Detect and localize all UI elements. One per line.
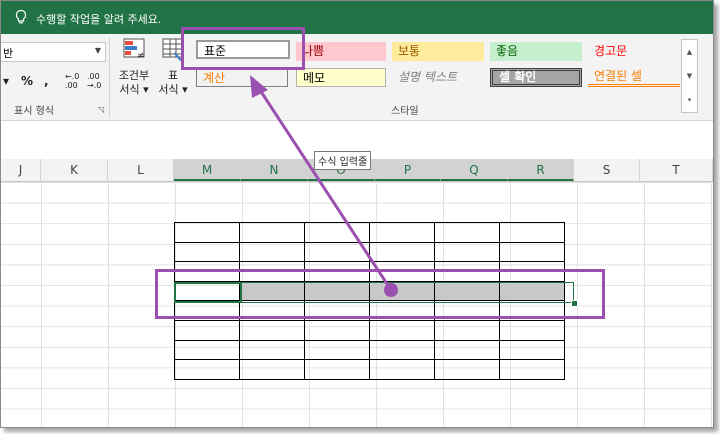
annotation-layer [250, 75, 398, 297]
formula-bar-tooltip: 수식 입력줄 [314, 151, 372, 170]
arrow-head-icon [250, 75, 268, 98]
arrow-line [256, 86, 393, 291]
arrow-origin-dot [384, 283, 398, 297]
